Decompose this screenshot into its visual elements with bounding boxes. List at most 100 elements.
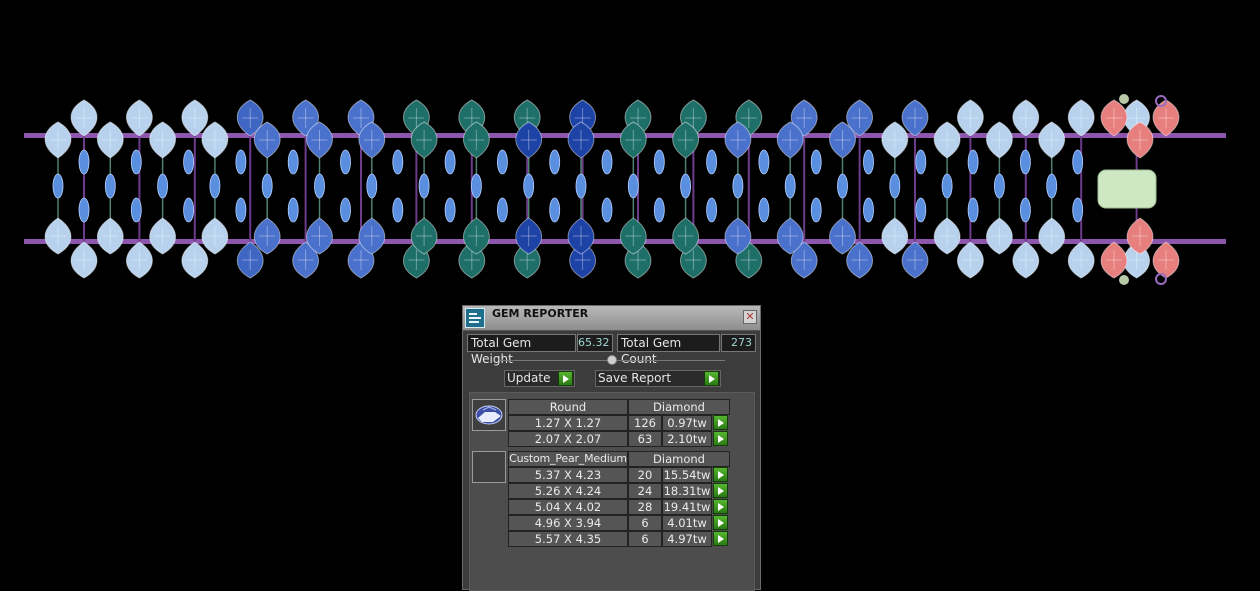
select-gem-arrow-icon[interactable] bbox=[713, 499, 728, 514]
select-gem-arrow-icon[interactable] bbox=[713, 531, 728, 546]
clasp-jump-ring bbox=[1119, 275, 1129, 285]
round-shape-header: Round bbox=[508, 399, 628, 415]
gem-count: 63 bbox=[628, 431, 662, 447]
accent-stone bbox=[1072, 197, 1084, 223]
accent-stone bbox=[209, 173, 221, 199]
accent-stone bbox=[78, 149, 90, 175]
gem-size: 4.96 X 3.94 bbox=[508, 515, 628, 531]
update-label: Update bbox=[507, 371, 551, 385]
total-gem-count-label: Total Gem Count bbox=[617, 334, 720, 366]
update-arrow-icon[interactable] bbox=[558, 371, 573, 386]
select-gem-arrow-icon[interactable] bbox=[713, 415, 728, 430]
accent-stone bbox=[889, 173, 901, 199]
round-gem-thumbnail[interactable] bbox=[472, 399, 506, 431]
accent-stone bbox=[601, 197, 613, 223]
clasp-loop bbox=[1155, 273, 1167, 285]
accent-stone bbox=[470, 173, 482, 199]
accent-stone bbox=[549, 197, 561, 223]
accent-stone bbox=[392, 197, 404, 223]
accent-stone bbox=[1020, 149, 1031, 175]
splitter-handle[interactable] bbox=[607, 355, 617, 365]
gem-size: 5.57 X 4.35 bbox=[508, 531, 628, 547]
accent-stone bbox=[627, 173, 639, 199]
accent-stone bbox=[941, 173, 953, 199]
accent-stone bbox=[549, 149, 561, 175]
save-report-button[interactable]: Save Report bbox=[595, 370, 721, 387]
accent-stone bbox=[235, 149, 247, 175]
accent-stone bbox=[340, 197, 351, 223]
pear-material-header: Diamond bbox=[628, 451, 730, 467]
total-gem-count-value: 273 bbox=[721, 334, 756, 352]
select-gem-arrow-icon[interactable] bbox=[713, 483, 728, 498]
accent-stone bbox=[130, 197, 142, 223]
gem-reporter-icon bbox=[465, 308, 485, 328]
panel-title: GEM REPORTER bbox=[492, 307, 589, 320]
gem-count: 20 bbox=[628, 467, 662, 483]
accent-stone bbox=[758, 197, 770, 223]
gem-weight: 4.01tw bbox=[662, 515, 712, 531]
gem-size: 5.26 X 4.24 bbox=[508, 483, 628, 499]
accent-stone bbox=[706, 149, 717, 175]
accent-stone bbox=[183, 197, 195, 223]
gem-weight: 0.97tw bbox=[662, 415, 712, 431]
accent-stone bbox=[314, 173, 325, 199]
bracelet-viewport[interactable] bbox=[0, 0, 1260, 300]
gem-count: 126 bbox=[628, 415, 662, 431]
accent-stone bbox=[680, 173, 691, 199]
accent-stone bbox=[706, 197, 717, 223]
accent-stone bbox=[392, 149, 404, 175]
round-material-header: Diamond bbox=[628, 399, 730, 415]
pear-shape-header: Custom_Pear_Medium bbox=[508, 451, 628, 467]
pear-gem-thumbnail[interactable] bbox=[472, 451, 506, 483]
accent-stone bbox=[157, 173, 169, 199]
accent-stone bbox=[52, 173, 64, 199]
accent-stone bbox=[523, 173, 535, 199]
accent-stone bbox=[1072, 149, 1084, 175]
accent-stone bbox=[366, 173, 378, 199]
gem-weight: 4.97tw bbox=[662, 531, 712, 547]
gem-size: 1.27 X 1.27 bbox=[508, 415, 628, 431]
title-bar[interactable]: GEM REPORTER ✕ bbox=[463, 306, 760, 331]
total-gem-weight-value: 65.32 bbox=[577, 334, 613, 352]
clasp-body bbox=[1097, 169, 1157, 209]
accent-stone bbox=[784, 173, 796, 199]
accent-stone bbox=[130, 149, 142, 175]
accent-stone bbox=[444, 149, 456, 175]
gem-weight: 2.10tw bbox=[662, 431, 712, 447]
accent-stone bbox=[496, 149, 508, 175]
accent-stone bbox=[287, 197, 299, 223]
gem-size: 5.04 X 4.02 bbox=[508, 499, 628, 515]
gem-report-list[interactable]: Round Diamond 1.27 X 1.27 126 0.97tw 2.0… bbox=[469, 392, 755, 591]
close-button[interactable]: ✕ bbox=[743, 310, 757, 324]
select-gem-arrow-icon[interactable] bbox=[713, 467, 728, 482]
gem-count: 28 bbox=[628, 499, 662, 515]
accent-stone bbox=[104, 173, 116, 199]
accent-stone bbox=[994, 173, 1005, 199]
accent-stone bbox=[183, 149, 195, 175]
gem-weight: 19.41tw bbox=[662, 499, 712, 515]
gem-count: 6 bbox=[628, 531, 662, 547]
accent-stone bbox=[915, 149, 927, 175]
accent-stone bbox=[810, 149, 822, 175]
select-gem-arrow-icon[interactable] bbox=[713, 515, 728, 530]
select-gem-arrow-icon[interactable] bbox=[713, 431, 728, 446]
clasp-jump-ring bbox=[1119, 94, 1129, 104]
gem-count: 24 bbox=[628, 483, 662, 499]
accent-stone bbox=[261, 173, 273, 199]
accent-stone bbox=[1046, 173, 1058, 199]
gem-size: 5.37 X 4.23 bbox=[508, 467, 628, 483]
accent-stone bbox=[967, 149, 979, 175]
accent-stone bbox=[340, 149, 351, 175]
gem-size: 2.07 X 2.07 bbox=[508, 431, 628, 447]
accent-stone bbox=[732, 173, 744, 199]
bracelet-stones bbox=[44, 99, 1180, 279]
save-report-arrow-icon[interactable] bbox=[704, 371, 719, 386]
accent-stone bbox=[1020, 197, 1031, 223]
save-report-label: Save Report bbox=[598, 371, 672, 385]
accent-stone bbox=[653, 197, 665, 223]
update-button[interactable]: Update bbox=[504, 370, 575, 387]
accent-stone bbox=[235, 197, 247, 223]
accent-stone bbox=[496, 197, 508, 223]
total-gem-weight-label: Total Gem Weight bbox=[467, 334, 576, 366]
accent-stone bbox=[418, 173, 430, 199]
